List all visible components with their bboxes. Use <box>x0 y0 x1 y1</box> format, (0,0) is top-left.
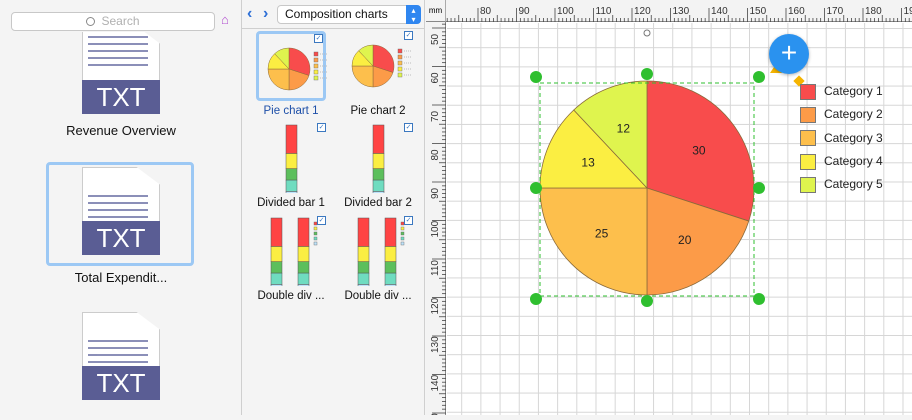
checkbox-icon[interactable]: ✓ <box>317 216 326 225</box>
library-panel: ‹ › Composition charts▴▾ ✓Pie chart 1 ✓P… <box>242 0 425 415</box>
slice-label: 25 <box>595 226 609 240</box>
library-category-select[interactable]: Composition charts▴▾ <box>277 5 421 24</box>
document-browser: Search ⌂ TXT Revenue Overview TXT Total … <box>0 0 242 415</box>
slice-label: 20 <box>678 233 692 247</box>
search-input[interactable]: Search <box>11 12 215 31</box>
dbar-thumbnail-icon <box>343 216 413 286</box>
forward-button[interactable]: › <box>263 5 268 23</box>
checkbox-icon[interactable]: ✓ <box>404 31 413 40</box>
checkbox-icon[interactable]: ✓ <box>404 216 413 225</box>
chevron-updown-icon: ▴▾ <box>406 5 421 24</box>
file-item[interactable]: TXT Revenue Overview <box>0 32 242 138</box>
tile-pie-chart-2[interactable]: ✓Pie chart 2 <box>338 31 418 117</box>
tile-double-divided-bar-1[interactable]: ✓Double div ... <box>251 216 331 302</box>
search-icon <box>86 17 95 26</box>
legend-swatch <box>800 107 816 123</box>
tile-divided-bar-1[interactable]: ✓Divided bar 1 <box>251 123 331 209</box>
legend-swatch <box>800 154 816 170</box>
txt-file-icon: TXT <box>82 32 160 114</box>
legend-label: Category 1 <box>824 84 883 98</box>
legend-label: Category 5 <box>824 177 883 191</box>
legend-item: Category 5 <box>800 176 883 194</box>
pie-slice[interactable] <box>540 188 647 295</box>
legend-swatch <box>800 84 816 100</box>
resize-handle[interactable] <box>753 293 765 305</box>
checkbox-icon[interactable]: ✓ <box>404 123 413 132</box>
resize-handle[interactable] <box>641 68 653 80</box>
legend-item: Category 2 <box>800 106 883 124</box>
drawing-canvas[interactable]: 8090100110120130140150160170180190 50607… <box>426 0 912 415</box>
bar-thumbnail-icon <box>256 123 326 193</box>
pie-thumbnail-icon <box>259 34 329 104</box>
pie-thumbnail-icon <box>343 31 413 101</box>
file-item[interactable]: TXT Total Expendit... <box>0 167 242 285</box>
checkbox-icon[interactable]: ✓ <box>314 34 323 43</box>
ruler-unit: mm <box>426 0 446 22</box>
txt-file-icon: TXT <box>82 167 160 255</box>
slice-label: 30 <box>692 143 706 157</box>
legend-label: Category 3 <box>824 131 883 145</box>
resize-handle[interactable] <box>753 71 765 83</box>
legend-item: Category 1 <box>800 83 883 101</box>
legend-item: Category 3 <box>800 130 883 148</box>
dbar-thumbnail-icon <box>256 216 326 286</box>
rotate-handle[interactable] <box>644 30 650 36</box>
tile-double-divided-bar-2[interactable]: ✓Double div ... <box>338 216 418 302</box>
legend-label: Category 2 <box>824 107 883 121</box>
checkbox-icon[interactable]: ✓ <box>317 123 326 132</box>
tile-divided-bar-2[interactable]: ✓Divided bar 2 <box>338 123 418 209</box>
tile-pie-chart-1[interactable]: ✓Pie chart 1 <box>251 31 331 117</box>
resize-handle[interactable] <box>530 71 542 83</box>
resize-handle[interactable] <box>530 293 542 305</box>
legend-swatch <box>800 130 816 146</box>
pie-chart[interactable]: 30 20 25 13 12 <box>426 0 912 415</box>
slice-label: 13 <box>581 156 595 170</box>
resize-handle[interactable] <box>753 182 765 194</box>
add-button[interactable]: + <box>769 34 809 74</box>
library-icon[interactable]: ⌂ <box>221 12 237 30</box>
back-button[interactable]: ‹ <box>247 5 252 23</box>
bar-thumbnail-icon <box>343 123 413 193</box>
slice-label: 12 <box>617 121 631 135</box>
legend-label: Category 4 <box>824 154 883 168</box>
txt-file-icon: TXT <box>82 312 160 400</box>
resize-handle[interactable] <box>641 295 653 307</box>
legend-swatch <box>800 177 816 193</box>
legend-item: Category 4 <box>800 153 883 171</box>
resize-handle[interactable] <box>530 182 542 194</box>
file-item[interactable]: TXT <box>0 312 242 400</box>
